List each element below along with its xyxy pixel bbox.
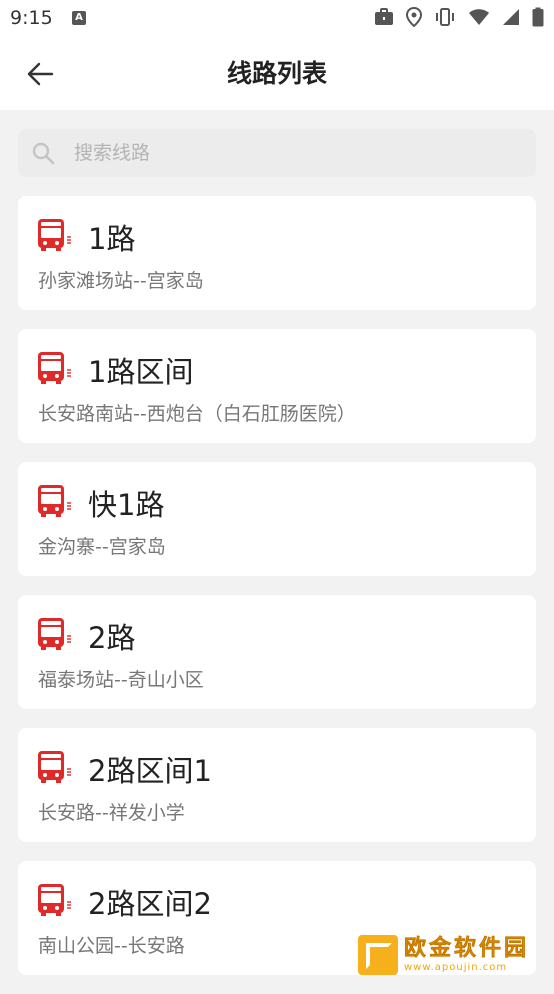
route-description: 长安路--祥发小学 [38,802,185,824]
route-item[interactable]: 2路区间1 长安路--祥发小学 [18,728,536,842]
route-name: 1路区间 [88,355,194,389]
status-time: 9:15 [10,7,53,29]
bus-icon [38,618,71,650]
route-description: 长安路南站--西炮台（白石肛肠医院） [38,403,356,425]
a-box-icon: A [72,11,86,25]
search-icon [30,140,56,166]
arrow-left-icon [27,62,54,86]
bus-icon [38,219,71,251]
watermark-logo-icon [358,935,398,975]
route-description: 福泰场站--奇山小区 [38,669,204,691]
wifi-icon [468,8,490,30]
signal-icon [502,8,520,30]
status-icons [374,6,544,31]
watermark-text: 欧金软件园 www.apoujin.com [404,936,529,974]
bus-icon [38,751,71,783]
bus-icon [38,485,71,517]
route-item[interactable]: 2路 福泰场站--奇山小区 [18,595,536,709]
route-item[interactable]: 快1路 金沟寨--宫家岛 [18,462,536,576]
location-icon [405,6,423,31]
route-item[interactable]: 1路 孙家滩场站--宫家岛 [18,196,536,310]
vibrate-icon [434,7,456,31]
route-description: 孙家滩场站--宫家岛 [38,270,204,292]
status-bar: 9:15 A [0,0,554,38]
route-name: 2路区间1 [88,754,212,788]
route-list: 1路 孙家滩场站--宫家岛 1路区间 长安路南站--西炮台（白石肛肠医院） 快1… [18,196,536,994]
route-description: 南山公园--长安路 [38,935,185,957]
route-name: 1路 [88,222,136,256]
route-name: 2路 [88,621,136,655]
route-name: 2路区间2 [88,887,212,921]
watermark-url: www.apoujin.com [404,962,508,973]
search-box[interactable] [18,129,536,177]
page-title: 线路列表 [226,59,327,88]
battery-icon [532,7,544,31]
route-name: 快1路 [88,488,165,522]
watermark: 欧金软件园 www.apoujin.com [358,932,548,978]
app-header: 线路列表 [0,38,554,110]
route-item[interactable]: 1路区间 长安路南站--西炮台（白石肛肠医院） [18,329,536,443]
back-button[interactable] [22,58,58,90]
route-description: 金沟寨--宫家岛 [38,536,166,558]
bus-icon [38,884,71,916]
briefcase-icon [374,8,394,30]
bus-icon [38,352,71,384]
search-input[interactable] [72,141,496,165]
watermark-title: 欧金软件园 [404,936,530,962]
